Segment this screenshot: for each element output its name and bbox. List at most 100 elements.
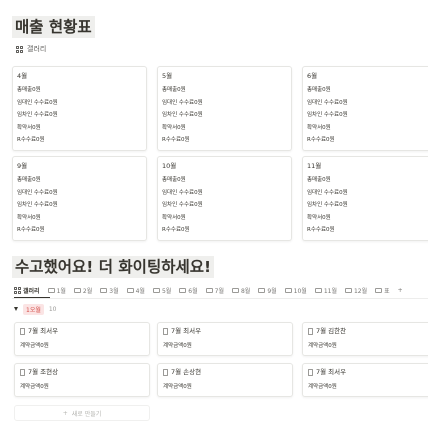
r-fee: R수수료0원: [162, 137, 190, 143]
month-title: 11월: [307, 162, 322, 170]
contract-amount: 계약금액0원: [308, 384, 337, 390]
contract-card[interactable]: 7월 최서우 계약금액0원: [14, 322, 150, 356]
page-icon: [20, 368, 25, 376]
tab-month[interactable]: 1월: [47, 286, 66, 295]
landlord-fee: 임대인 수수료0원: [307, 189, 348, 196]
group-header[interactable]: 1오월 10: [14, 303, 57, 315]
group-badge: 1오월: [23, 303, 44, 315]
table-icon: [205, 287, 213, 293]
table-icon: [126, 287, 134, 293]
r-fee: R수수료0원: [307, 227, 335, 233]
tenant-fee: 임차인 수수료0원: [17, 202, 58, 208]
total-sales: 총매출0원: [162, 177, 186, 183]
month-title: 9월: [17, 162, 28, 170]
card-title: 7월 김한찬: [316, 327, 347, 335]
tab-month[interactable]: 2월: [73, 286, 92, 295]
month-title: 4월: [17, 72, 28, 80]
table-icon: [73, 287, 81, 293]
landlord-fee: 임대인 수수료0원: [307, 99, 348, 106]
tab-month[interactable]: 9월: [258, 286, 277, 295]
group-count: 10: [48, 305, 57, 313]
card-title: 7월 최서우: [28, 327, 59, 335]
contract-amount: 계약금액0원: [163, 384, 192, 390]
commitment: 확약서0원: [307, 124, 331, 131]
view-tabs: 갤러리 1월 2월 3월 4월 5월 6월 7월 8월 9월 10월 11월 1…: [14, 284, 428, 296]
tab-month[interactable]: 5월: [152, 286, 171, 295]
r-fee: R수수료0원: [17, 137, 45, 143]
month-card[interactable]: 11월 총매출0원 임대인 수수료0원 임차인 수수료0원 확약서0원 R수수료…: [302, 156, 428, 241]
commitment: 확약서0원: [307, 214, 331, 221]
contract-card[interactable]: 7월 최서우 계약금액0원: [302, 363, 428, 397]
table-icon: [375, 287, 383, 293]
add-view-button[interactable]: +: [398, 287, 403, 294]
month-title: 10월: [162, 162, 177, 170]
new-page-button[interactable]: + 새로 만들기: [14, 405, 150, 421]
r-fee: R수수료0원: [307, 137, 335, 143]
tab-month[interactable]: 12월: [344, 286, 367, 295]
month-card[interactable]: 5월 총매출0원 임대인 수수료0원 임차인 수수료0원 확약서0원 R수수료0…: [157, 66, 292, 151]
plus-icon: +: [62, 409, 68, 417]
tab-month[interactable]: 6월: [179, 286, 198, 295]
gallery-icon: [16, 45, 23, 53]
landlord-fee: 임대인 수수료0원: [17, 99, 58, 106]
table-icon: [314, 287, 322, 293]
contract-amount: 계약금액0원: [20, 343, 49, 349]
contract-amount: 계약금액0원: [163, 343, 192, 349]
card-title: 7월 최서우: [171, 327, 202, 335]
table-icon: [100, 287, 108, 293]
month-title: 5월: [162, 72, 173, 80]
table-icon: [179, 287, 187, 293]
total-sales: 총매출0원: [17, 87, 41, 93]
page-icon: [308, 327, 313, 335]
tab-month[interactable]: 8월: [231, 286, 250, 295]
r-fee: R수수료0원: [162, 227, 190, 233]
section-title: 수고했어요! 더 화이팅하세요!: [12, 256, 215, 278]
table-icon: [47, 287, 55, 293]
contract-card[interactable]: 7월 조현상 계약금액0원: [14, 363, 150, 397]
new-page-label: 새로 만들기: [71, 410, 102, 418]
month-card[interactable]: 4월 총매출0원 임대인 수수료0원 임차인 수수료0원 확약서0원 R수수료0…: [12, 66, 147, 151]
tab-month[interactable]: 7월: [205, 286, 224, 295]
month-title: 6월: [307, 72, 318, 80]
gallery-view-label[interactable]: 갤러리: [16, 44, 46, 54]
table-icon: [231, 287, 239, 293]
page-title: 매출 현황표: [12, 16, 95, 38]
tab-month[interactable]: 3월: [100, 286, 119, 295]
total-sales: 총매출0원: [17, 177, 41, 183]
commitment: 확약서0원: [162, 124, 186, 131]
contract-amount: 계약금액0원: [308, 343, 337, 349]
page-icon: [163, 327, 168, 335]
contract-card[interactable]: 7월 김한찬 계약금액0원: [302, 322, 428, 356]
month-card[interactable]: 10월 총매출0원 임대인 수수료0원 임차인 수수료0원 확약서0원 R수수료…: [157, 156, 292, 241]
tab-gallery[interactable]: 갤러리: [14, 286, 40, 295]
total-sales: 총매출0원: [162, 87, 186, 93]
table-icon: [258, 287, 266, 293]
tenant-fee: 임차인 수수료0원: [162, 112, 203, 118]
page-icon: [308, 368, 313, 376]
landlord-fee: 임대인 수수료0원: [17, 189, 58, 196]
month-card[interactable]: 9월 총매출0원 임대인 수수료0원 임차인 수수료0원 확약서0원 R수수료0…: [12, 156, 147, 241]
total-sales: 총매출0원: [307, 177, 331, 183]
r-fee: R수수료0원: [17, 227, 45, 233]
tenant-fee: 임차인 수수료0원: [307, 202, 348, 208]
landlord-fee: 임대인 수수료0원: [162, 189, 203, 196]
tab-month[interactable]: 4월: [126, 286, 145, 295]
tenant-fee: 임차인 수수료0원: [307, 112, 348, 118]
tab-month[interactable]: 11월: [314, 286, 337, 295]
card-title: 7월 조현상: [28, 368, 59, 376]
card-title: 7월 최서우: [316, 368, 347, 376]
contract-card[interactable]: 7월 손상현 계약금액0원: [157, 363, 293, 397]
table-icon: [284, 287, 292, 293]
commitment: 확약서0원: [17, 124, 41, 131]
total-sales: 총매출0원: [307, 87, 331, 93]
contract-card[interactable]: 7월 최서우 계약금액0원: [157, 322, 293, 356]
commitment: 확약서0원: [162, 214, 186, 221]
tab-table[interactable]: 표: [375, 286, 390, 295]
landlord-fee: 임대인 수수료0원: [162, 99, 203, 106]
divider: [12, 298, 428, 299]
month-card[interactable]: 6월 총매출0원 임대인 수수료0원 임차인 수수료0원 확약서0원 R수수료0…: [302, 66, 428, 151]
collapse-toggle-icon[interactable]: [14, 307, 18, 311]
page-icon: [163, 368, 168, 376]
tab-month[interactable]: 10월: [284, 286, 307, 295]
gallery-icon: [14, 286, 21, 294]
